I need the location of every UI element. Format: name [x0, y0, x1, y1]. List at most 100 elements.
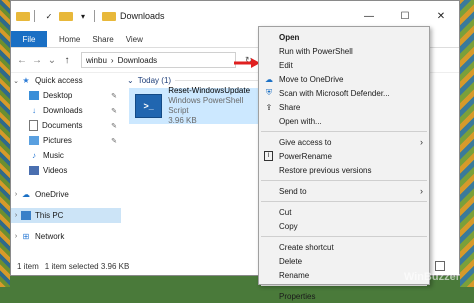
back-arrow-icon[interactable]: ← [17, 55, 27, 66]
group-divider [175, 79, 259, 81]
red-arrow-annotation [234, 58, 260, 68]
cloud-icon: ☁ [265, 74, 273, 84]
file-size: 3.96 KB [168, 116, 197, 125]
forward-arrow-icon[interactable]: → [32, 55, 42, 66]
sidebar-item-pictures[interactable]: Pictures ✎ [11, 133, 121, 148]
menu-item-label: Give access to [279, 137, 332, 147]
up-arrow-icon[interactable]: ↑ [62, 55, 72, 66]
menu-item-open[interactable]: Open [259, 30, 429, 44]
file-list: ⌄ Today (1) >_ Reset-WindowsUpdate Windo… [123, 73, 263, 259]
title-separator-2 [94, 10, 95, 22]
window-folder-icon [102, 11, 116, 21]
new-folder-quick-icon[interactable] [59, 11, 73, 21]
window-title: Downloads [120, 11, 165, 21]
menu-separator [261, 201, 427, 202]
properties-quick-icon[interactable]: ✓ [42, 10, 56, 22]
picture-icon [29, 136, 39, 145]
download-icon: ↓ [32, 106, 36, 115]
menu-item-label: Properties [279, 291, 316, 301]
shield-icon: ⛨ [266, 88, 272, 97]
music-note-icon: ♪ [32, 151, 36, 160]
menu-item-run-powershell[interactable]: Run with PowerShell [259, 44, 429, 58]
sidebar-item-label: Desktop [43, 91, 73, 100]
document-icon [29, 120, 38, 131]
menu-item-label: Open with... [279, 116, 322, 126]
menu-item-label: Copy [279, 221, 298, 231]
tab-home[interactable]: Home [59, 35, 80, 44]
menu-item-label: Move to OneDrive [279, 74, 344, 84]
file-details: Reset-WindowsUpdate Windows PowerShell S… [168, 86, 263, 126]
sidebar-item-downloads[interactable]: ↓ Downloads ✎ [11, 103, 121, 118]
menu-item-create-shortcut[interactable]: Create shortcut [259, 240, 429, 254]
menu-item-move-onedrive[interactable]: ☁ Move to OneDrive [259, 72, 429, 86]
chevron-down-icon[interactable]: ⌄ [11, 77, 21, 85]
menu-item-send-to[interactable]: Send to › [259, 184, 429, 198]
sidebar-item-network[interactable]: › ⊞ Network [11, 229, 121, 244]
address-prefix: winbu [86, 55, 107, 65]
menu-item-give-access[interactable]: Give access to › [259, 135, 429, 149]
sidebar-item-this-pc[interactable]: › This PC [11, 208, 121, 223]
recent-chevron-icon[interactable]: ⌄ [47, 55, 57, 66]
group-header[interactable]: ⌄ Today (1) [123, 73, 263, 87]
sidebar-item-videos[interactable]: Videos [11, 163, 121, 178]
customize-toolbar-icon[interactable]: ▾ [76, 10, 90, 22]
chevron-right-icon[interactable]: › [11, 191, 21, 198]
address-field[interactable]: winbu › Downloads [81, 52, 236, 68]
tab-file[interactable]: File [11, 31, 47, 47]
sidebar-item-label: Downloads [43, 106, 83, 115]
desktop-icon [29, 91, 39, 100]
computer-icon [21, 211, 31, 220]
chevron-right-icon[interactable]: › [11, 212, 21, 219]
breadcrumb-chevron-icon: › [110, 55, 114, 65]
menu-item-label: Create shortcut [279, 242, 334, 252]
menu-item-scan-defender[interactable]: ⛨ Scan with Microsoft Defender... [259, 86, 429, 100]
address-path: Downloads [117, 55, 158, 65]
menu-item-share[interactable]: ⇪ Share [259, 100, 429, 114]
menu-item-label: Delete [279, 256, 303, 266]
status-count: 1 item [17, 261, 39, 271]
menu-item-edit[interactable]: Edit [259, 58, 429, 72]
menu-item-delete[interactable]: Delete [259, 254, 429, 268]
sidebar-item-label: Videos [43, 166, 68, 175]
menu-item-cut[interactable]: Cut [259, 205, 429, 219]
group-label: Today (1) [137, 75, 172, 85]
menu-item-label: Edit [279, 60, 293, 70]
sidebar-item-label: Quick access [35, 76, 83, 85]
menu-separator [261, 285, 427, 286]
sidebar-item-label: Documents [42, 121, 83, 130]
sidebar-item-music[interactable]: ♪ Music [11, 148, 121, 163]
title-separator [34, 10, 35, 22]
video-icon [29, 166, 39, 175]
desktop-wallpaper-right [460, 0, 474, 287]
sidebar-item-quick-access[interactable]: ⌄ ★ Quick access [11, 73, 121, 88]
pin-icon: ✎ [111, 92, 117, 100]
folder-icon [16, 11, 30, 21]
chevron-right-icon[interactable]: › [11, 233, 21, 240]
sidebar-item-documents[interactable]: Documents ✎ [11, 118, 121, 133]
sidebar-item-desktop[interactable]: Desktop ✎ [11, 88, 121, 103]
sidebar-item-label: Network [35, 232, 65, 241]
powershell-script-icon: >_ [135, 94, 163, 118]
menu-item-label: Scan with Microsoft Defender... [279, 88, 390, 98]
menu-item-label: Rename [279, 270, 310, 280]
menu-item-label: Run with PowerShell [279, 46, 353, 56]
menu-item-label: Restore previous versions [279, 165, 372, 175]
large-icons-view-icon[interactable] [435, 261, 445, 271]
desktop-wallpaper-left [0, 0, 10, 287]
sidebar-item-onedrive[interactable]: › ☁ OneDrive [11, 187, 121, 202]
menu-item-copy[interactable]: Copy [259, 219, 429, 233]
sidebar-item-label: This PC [35, 211, 64, 220]
powerrename-icon: I [264, 151, 273, 161]
network-icon: ⊞ [22, 232, 30, 241]
menu-item-restore-versions[interactable]: Restore previous versions [259, 163, 429, 177]
menu-item-properties[interactable]: Properties [259, 289, 429, 303]
menu-item-open-with[interactable]: Open with... [259, 114, 429, 128]
pin-icon: ✎ [111, 107, 117, 115]
navigation-pane: ⌄ ★ Quick access Desktop ✎ ↓ Downloads ✎… [11, 73, 121, 259]
menu-item-label: Share [279, 102, 301, 112]
menu-item-label: Cut [279, 207, 292, 217]
tab-share[interactable]: Share [92, 35, 113, 44]
file-item-selected[interactable]: >_ Reset-WindowsUpdate Windows PowerShel… [129, 86, 263, 126]
menu-item-powerrename[interactable]: I PowerRename [259, 149, 429, 163]
tab-view[interactable]: View [126, 35, 143, 44]
